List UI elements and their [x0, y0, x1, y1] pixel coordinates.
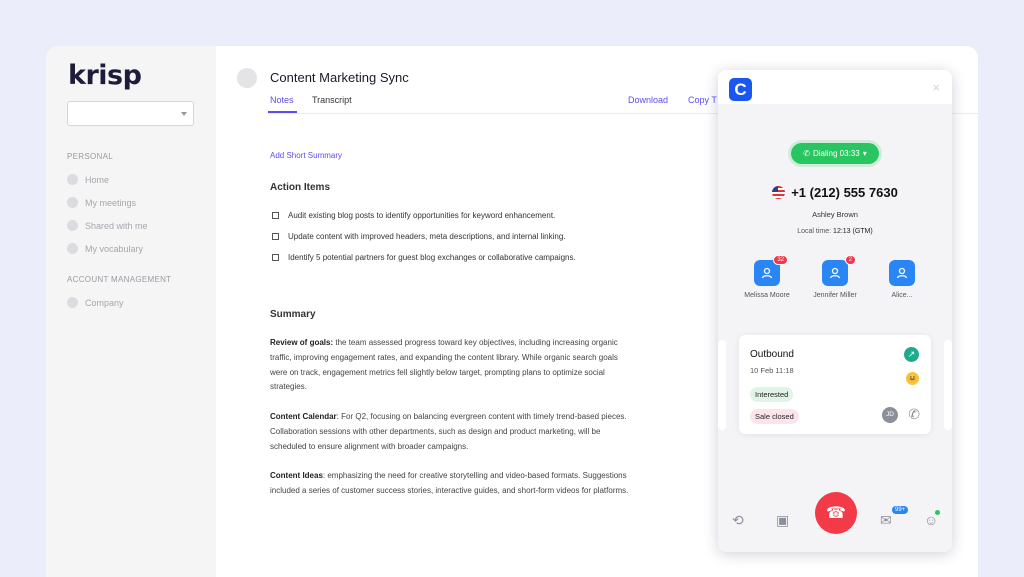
sidebar-item-label: My vocabulary — [85, 243, 144, 254]
call-date: 10 Feb 11:18 — [750, 366, 794, 375]
action-items-heading: Action Items — [270, 182, 331, 193]
summary-label: Review of goals: — [270, 338, 334, 347]
local-time: Local time: 12:13 (GTM) — [718, 228, 952, 235]
tag-sale-closed[interactable]: Sale closed — [750, 409, 799, 424]
dialing-status-pill[interactable]: ✆ Dialing 03:33 ▾ — [791, 143, 879, 164]
chevron-down-icon — [181, 112, 187, 116]
workspace-select[interactable] — [67, 101, 194, 126]
close-icon[interactable]: × — [932, 80, 940, 95]
summary-paragraph: Content Ideas: emphasizing the need for … — [270, 469, 630, 499]
sidebar-item-my-meetings[interactable]: My meetings — [67, 197, 136, 208]
user-icon — [889, 260, 915, 286]
summary-heading: Summary — [270, 309, 316, 320]
hang-up-button[interactable]: ☎ — [815, 492, 857, 534]
vocabulary-icon — [67, 243, 78, 254]
summary-label: Content Ideas — [270, 471, 323, 480]
dialer-header: C × — [718, 70, 952, 104]
hang-up-icon: ☎ — [826, 505, 846, 522]
action-item[interactable]: Audit existing blog posts to identify op… — [272, 211, 555, 220]
phone-number-row: +1 (212) 555 7630 — [718, 185, 952, 200]
dialer-logo: C — [729, 78, 752, 101]
checkbox[interactable] — [272, 233, 279, 240]
action-item[interactable]: Identify 5 potential partners for guest … — [272, 253, 576, 262]
sidebar: krisp PERSONAL Home My meetings Shared w… — [46, 46, 216, 577]
messages-badge: 99+ — [892, 506, 909, 514]
page-title: Content Marketing Sync — [270, 70, 409, 85]
summary-paragraph: Content Calendar: For Q2, focusing on ba… — [270, 410, 630, 454]
call-direction: Outbound — [750, 349, 794, 360]
company-icon — [67, 297, 78, 308]
summary-text: : emphasizing the need for creative stor… — [270, 471, 629, 495]
action-item[interactable]: Update content with improved headers, me… — [272, 232, 566, 241]
dialer-widget: C × ✆ Dialing 03:33 ▾ +1 (212) 555 7630 … — [718, 70, 952, 552]
phone-icon[interactable]: ✆ — [908, 406, 920, 423]
person-melissa-moore[interactable]: 32 Melissa Moore — [732, 255, 802, 299]
messages-icon[interactable]: ✉ — [880, 512, 892, 529]
action-item-text: Identify 5 potential partners for guest … — [288, 253, 576, 262]
local-time-value: 12:13 (GTM) — [833, 228, 873, 235]
summary-label: Content Calendar — [270, 412, 337, 421]
person-name: Melissa Moore — [744, 292, 790, 299]
us-flag-icon — [772, 186, 786, 199]
tab-notes[interactable]: Notes — [270, 95, 294, 105]
action-item-text: Update content with improved headers, me… — [288, 232, 566, 241]
section-header-personal: PERSONAL — [67, 152, 113, 161]
dialing-status: Dialing 03:33 — [812, 149, 860, 158]
sidebar-item-label: My meetings — [85, 197, 137, 208]
notification-badge: 32 — [773, 255, 788, 265]
download-link[interactable]: Download — [628, 95, 668, 105]
call-card[interactable]: Outbound 10 Feb 11:18 ↗ 😆 Interested Sal… — [739, 335, 931, 434]
action-item-text: Audit existing blog posts to identify op… — [288, 211, 556, 220]
person-name: Jennifer Miller — [813, 292, 857, 299]
person-name: Alice... — [891, 292, 913, 299]
meeting-icon — [237, 68, 257, 88]
sidebar-item-label: Company — [85, 297, 124, 308]
summary-paragraph: Review of goals: the team assessed progr… — [270, 336, 630, 395]
copy-text-link[interactable]: Copy T — [688, 95, 717, 105]
prev-card-edge[interactable] — [718, 340, 726, 430]
section-header-account: ACCOUNT MANAGEMENT — [67, 275, 172, 284]
shared-icon — [67, 220, 78, 231]
sidebar-item-shared-with-me[interactable]: Shared with me — [67, 220, 148, 231]
avatar: JD — [882, 407, 898, 423]
notification-badge: 2 — [844, 255, 856, 265]
dialer-toolbar: ⟲ ▣ ☎ ✉ 99+ ☺ — [718, 480, 952, 552]
home-icon — [67, 174, 78, 185]
sidebar-item-my-vocabulary[interactable]: My vocabulary — [67, 243, 143, 254]
sidebar-item-home[interactable]: Home — [67, 174, 109, 185]
user-icon: 2 — [822, 255, 856, 286]
local-time-label: Local time: — [797, 228, 834, 235]
checkbox[interactable] — [272, 212, 279, 219]
contact-name: Ashley Brown — [812, 210, 858, 219]
sidebar-item-label: Home — [85, 174, 110, 185]
outbound-arrow-icon: ↗ — [904, 347, 919, 362]
tag-interested[interactable]: Interested — [750, 387, 794, 402]
next-card-edge[interactable] — [944, 340, 952, 430]
person-alice[interactable]: Alice... — [867, 260, 937, 299]
checkbox[interactable] — [272, 254, 279, 261]
emoji-icon: 😆 — [906, 372, 919, 385]
sidebar-item-company[interactable]: Company — [67, 297, 124, 308]
add-short-summary-link[interactable]: Add Short Summary — [270, 151, 342, 160]
contacts-icon[interactable]: ▣ — [776, 512, 789, 529]
sidebar-item-label: Shared with me — [85, 220, 148, 231]
phone-number: +1 (212) 555 7630 — [791, 185, 898, 200]
online-status-dot — [935, 510, 940, 515]
person-jennifer-miller[interactable]: 2 Jennifer Miller — [800, 255, 870, 299]
meetings-icon — [67, 197, 78, 208]
user-icon: 32 — [754, 255, 788, 286]
chevron-down-icon: ▾ — [862, 149, 867, 158]
tab-transcript[interactable]: Transcript — [312, 95, 352, 105]
krisp-logo: krisp — [68, 60, 142, 91]
history-icon[interactable]: ⟲ — [732, 512, 744, 529]
phone-icon: ✆ — [803, 149, 810, 158]
